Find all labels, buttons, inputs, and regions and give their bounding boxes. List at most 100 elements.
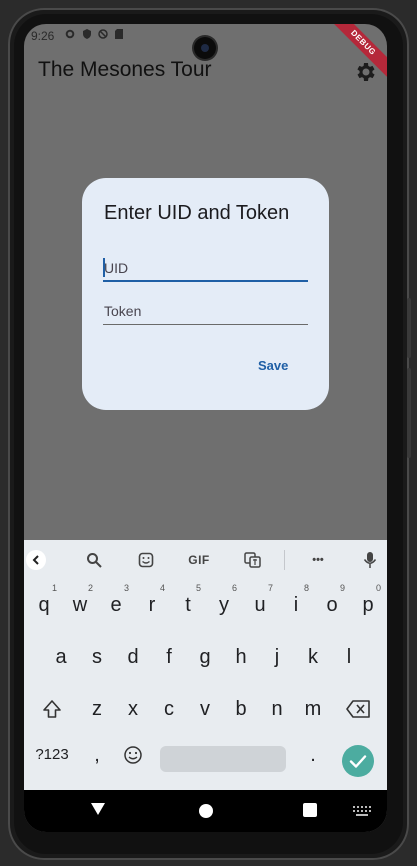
keyboard-mic-button[interactable] (360, 550, 380, 570)
screen: 9:26 DEBUG The Mesones Tour Enter UID an… (24, 24, 387, 832)
key-label: i (293, 594, 299, 616)
uid-label: UID (104, 260, 129, 276)
recents-square-icon[interactable] (303, 803, 317, 817)
key-t[interactable]: t5 (171, 583, 205, 624)
shift-key[interactable] (35, 690, 69, 728)
key-i[interactable]: i8 (279, 583, 313, 624)
translate-icon (243, 552, 261, 568)
emoji-icon (124, 746, 142, 764)
key-label: r (148, 594, 156, 616)
volume-button (407, 368, 411, 458)
uid-field[interactable]: UID (103, 252, 308, 282)
sd-card-status-icon (115, 29, 123, 39)
key-hint-number: 0 (375, 583, 381, 593)
key-hint-number: 7 (267, 583, 273, 593)
key-o[interactable]: o9 (315, 583, 349, 624)
key-e[interactable]: e3 (99, 583, 133, 624)
checkmark-icon (349, 755, 367, 768)
key-x[interactable]: x (116, 690, 150, 728)
key-k[interactable]: k (296, 638, 330, 676)
sticker-icon (138, 552, 154, 568)
status-time: 9:26 (31, 29, 55, 43)
key-row-3: zxcvbnm (24, 690, 387, 732)
key-label: y (219, 594, 229, 616)
text-cursor (103, 258, 105, 277)
comma-key[interactable]: , (80, 736, 114, 774)
emoji-key[interactable] (116, 736, 150, 774)
key-f[interactable]: f (152, 638, 186, 676)
key-label: t (185, 594, 191, 616)
key-q[interactable]: q1 (27, 583, 61, 624)
key-row-2: asdfghjkl (24, 638, 387, 680)
key-w[interactable]: w2 (63, 583, 97, 624)
settings-status-icon (65, 29, 75, 39)
save-button[interactable]: Save (258, 358, 288, 373)
key-hint-number: 9 (339, 583, 345, 593)
search-icon (87, 553, 102, 568)
key-z[interactable]: z (80, 690, 114, 728)
key-label: o (326, 594, 338, 616)
front-camera (194, 37, 216, 59)
key-label: p (362, 594, 374, 616)
toolbar-divider (284, 550, 285, 570)
keyboard-more-button[interactable]: ••• (306, 550, 330, 570)
key-hint-number: 3 (123, 583, 129, 593)
key-u[interactable]: u7 (243, 583, 277, 624)
key-a[interactable]: a (44, 638, 78, 676)
key-hint-number: 4 (159, 583, 165, 593)
key-hint-number: 5 (195, 583, 201, 593)
key-m[interactable]: m (296, 690, 330, 728)
back-triangle-icon[interactable] (90, 802, 106, 816)
power-button (407, 298, 411, 358)
key-g[interactable]: g (188, 638, 222, 676)
app-title: The Mesones Tour (38, 58, 212, 81)
key-label: w (72, 594, 88, 616)
key-n[interactable]: n (260, 690, 294, 728)
key-label: q (38, 594, 50, 616)
key-hint-number: 1 (51, 583, 57, 593)
uid-underline (103, 280, 308, 282)
token-underline (103, 324, 308, 325)
key-label: u (254, 594, 266, 616)
shift-icon (43, 700, 61, 718)
settings-gear-icon[interactable] (354, 60, 378, 84)
keyboard: GIF ••• q1w2e3r4t5y6u7i8o9p0 asdfghjkl z… (24, 540, 387, 790)
keyboard-translate-button[interactable] (242, 550, 262, 570)
keyboard-search-button[interactable] (84, 550, 104, 570)
key-p[interactable]: p0 (351, 583, 385, 624)
key-b[interactable]: b (224, 690, 258, 728)
key-r[interactable]: r4 (135, 583, 169, 624)
key-v[interactable]: v (188, 690, 222, 728)
key-hint-number: 6 (231, 583, 237, 593)
no-sync-status-icon (98, 29, 108, 39)
keyboard-gif-button[interactable]: GIF (184, 550, 214, 570)
backspace-key[interactable] (341, 690, 375, 728)
key-hint-number: 8 (303, 583, 309, 593)
token-field[interactable]: Token (103, 295, 308, 325)
key-label: e (110, 594, 122, 616)
backspace-icon (346, 700, 370, 718)
symbols-key[interactable]: ?123 (32, 736, 72, 774)
key-l[interactable]: l (332, 638, 366, 676)
home-circle-icon[interactable] (198, 803, 214, 819)
key-d[interactable]: d (116, 638, 150, 676)
keyboard-sticker-button[interactable] (136, 550, 156, 570)
key-j[interactable]: j (260, 638, 294, 676)
navigation-bar (24, 790, 387, 832)
period-key[interactable]: . (296, 736, 330, 774)
chevron-left-icon (32, 555, 39, 565)
shield-status-icon (83, 29, 91, 39)
key-c[interactable]: c (152, 690, 186, 728)
keyboard-collapse-button[interactable] (26, 550, 46, 570)
key-row-1: q1w2e3r4t5y6u7i8o9p0 (24, 583, 387, 628)
enter-key[interactable] (342, 745, 374, 777)
uid-token-dialog: Enter UID and Token UID Token Save (82, 178, 329, 410)
space-key[interactable] (160, 746, 286, 772)
key-s[interactable]: s (80, 638, 114, 676)
keyboard-toolbar: GIF ••• (24, 540, 387, 580)
key-hint-number: 2 (87, 583, 93, 593)
key-h[interactable]: h (224, 638, 258, 676)
keyboard-switch-icon[interactable] (353, 806, 371, 816)
dialog-title: Enter UID and Token (104, 202, 290, 224)
key-y[interactable]: y6 (207, 583, 241, 624)
